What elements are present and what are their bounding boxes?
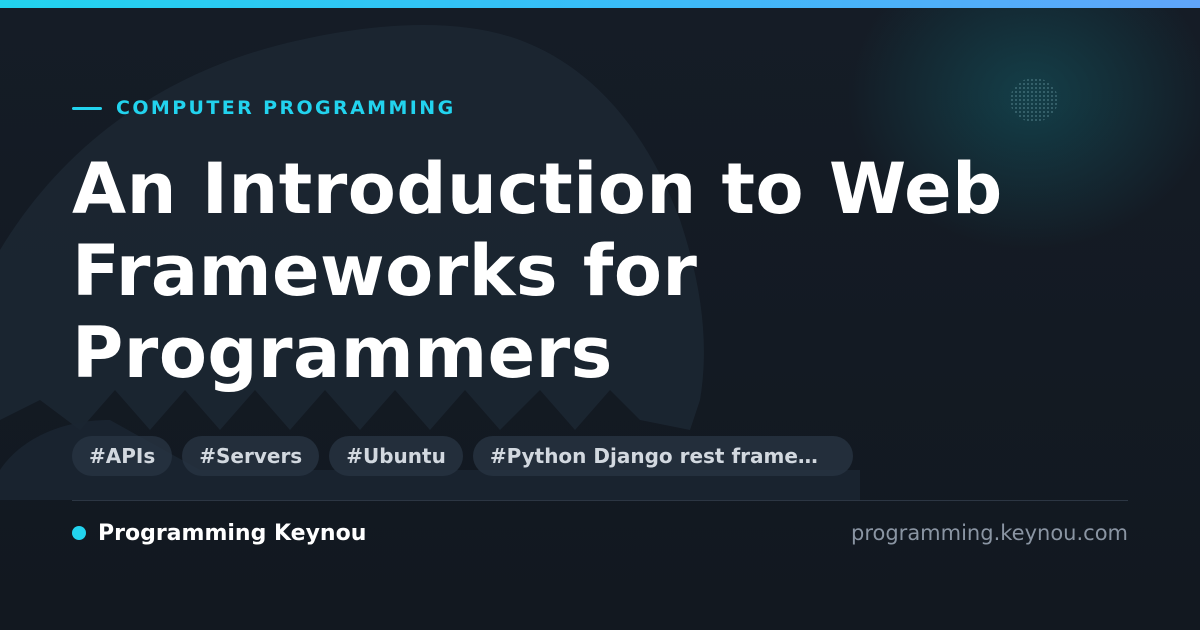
- tag-apis[interactable]: #APIs: [72, 436, 173, 476]
- page-title: An Introduction to Web Frameworks for Pr…: [72, 148, 1132, 394]
- title-line-1: An Introduction to Web: [72, 148, 1003, 230]
- brand-dot-icon: [72, 526, 86, 540]
- category-label: COMPUTER PROGRAMMING: [72, 96, 456, 120]
- tag-python-django[interactable]: #Python Django rest framework: [472, 436, 853, 476]
- tag-servers[interactable]: #Servers: [182, 436, 320, 476]
- title-line-2: Frameworks for: [72, 230, 698, 312]
- tag-ubuntu[interactable]: #Ubuntu: [329, 436, 463, 476]
- title-line-3: Programmers: [72, 312, 613, 394]
- brand: Programming Keynou: [72, 518, 366, 548]
- tag-list: #APIs #Servers #Ubuntu #Python Django re…: [72, 436, 853, 476]
- category-text: COMPUTER PROGRAMMING: [116, 97, 456, 119]
- site-url[interactable]: programming.keynou.com: [851, 518, 1128, 548]
- footer-divider: [72, 500, 1128, 501]
- kicker-line-icon: [72, 106, 102, 110]
- share-card: COMPUTER PROGRAMMING An Introduction to …: [0, 0, 1200, 630]
- brand-name: Programming Keynou: [98, 520, 367, 546]
- dot-pattern: [1010, 78, 1058, 122]
